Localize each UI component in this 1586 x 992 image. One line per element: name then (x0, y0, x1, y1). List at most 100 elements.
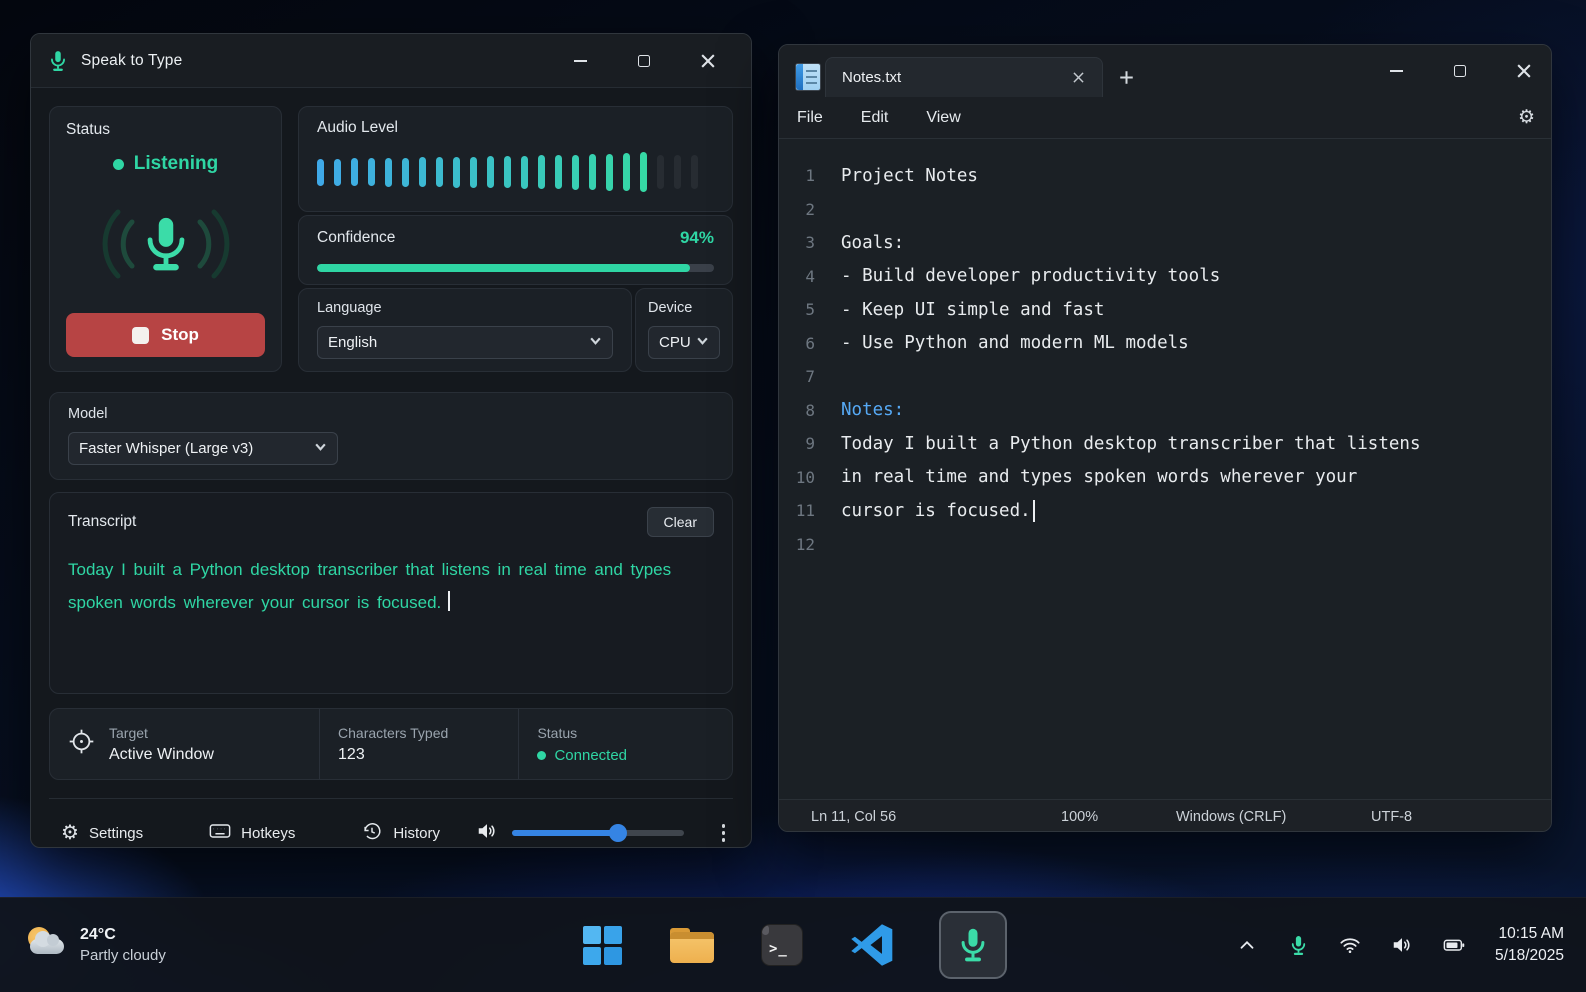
settings-button[interactable]: ⚙ Settings (49, 815, 155, 847)
date: 5/18/2025 (1495, 947, 1564, 964)
clear-button[interactable]: Clear (646, 507, 714, 537)
line-number: 11 (795, 501, 815, 521)
speak-to-type-taskbar-button[interactable] (939, 911, 1007, 979)
bottom-toolbar: ⚙ Settings Hotkeys History (49, 811, 734, 848)
microphone-icon (137, 215, 195, 273)
menu-file[interactable]: File (795, 105, 825, 131)
app-mic-icon (47, 50, 69, 72)
notepad-titlebar: Notes.txt (779, 45, 1551, 97)
terminal-button[interactable]: >_ (759, 922, 805, 968)
audio-bar (385, 157, 392, 187)
new-tab-button[interactable] (1111, 62, 1141, 92)
notepad-editor[interactable]: 1 Project Notes 2 3 Goals: 4 - Build developer… (779, 139, 1551, 799)
battery-icon[interactable] (1443, 934, 1465, 956)
connection-stat: Status Connected (518, 709, 732, 779)
audio-bar (521, 155, 528, 189)
hotkeys-button[interactable]: Hotkeys (197, 812, 307, 848)
transcript-text[interactable]: Today I built a Python desktop transcrib… (68, 553, 714, 619)
line-number: 3 (805, 233, 815, 253)
maximize-button[interactable] (625, 46, 663, 76)
volume-icon[interactable] (1391, 934, 1413, 956)
history-button[interactable]: History (349, 812, 452, 848)
line-ending[interactable]: Windows (CRLF) (1176, 809, 1371, 825)
audio-bar (402, 157, 409, 187)
close-button[interactable] (1505, 56, 1543, 86)
audio-bar (640, 152, 647, 192)
model-card: Model Faster Whisper (Large v3) (49, 392, 733, 480)
editor-line: 7 (779, 360, 1551, 394)
stop-square-icon (132, 326, 150, 344)
keyboard-icon (209, 820, 231, 847)
encoding[interactable]: UTF-8 (1371, 809, 1551, 825)
vscode-button[interactable] (849, 922, 895, 968)
audio-bar (555, 155, 562, 189)
editor-line: 2 (779, 193, 1551, 227)
line-number: 5 (805, 300, 815, 320)
editor-line: 12 (779, 528, 1551, 562)
zoom-level[interactable]: 100% (1061, 809, 1176, 825)
editor-line: 6 - Use Python and modern ML models (779, 327, 1551, 361)
menu-edit[interactable]: Edit (859, 105, 891, 131)
close-button[interactable] (689, 46, 727, 76)
line-number: 1 (805, 166, 815, 186)
target-value: Active Window (109, 745, 214, 763)
device-select[interactable]: CPU (648, 326, 720, 359)
text-caret (1032, 499, 1035, 522)
model-select[interactable]: Faster Whisper (Large v3) (68, 432, 338, 465)
transcript-label: Transcript (68, 513, 137, 530)
audio-bar (453, 156, 460, 188)
connection-status-label: Status (537, 724, 578, 741)
editor-line: 5 - Keep UI simple and fast (779, 293, 1551, 327)
minimize-button[interactable] (1377, 56, 1415, 86)
weather-widget[interactable]: 24°C Partly cloudy (10, 926, 182, 964)
line-text: in real time and types spoken words wher… (841, 467, 1358, 488)
mic-graphic (66, 175, 265, 313)
confidence-label: Confidence (317, 229, 396, 246)
chevron-down-icon (696, 334, 709, 351)
editor-line: 3 Goals: (779, 226, 1551, 260)
line-number: 12 (795, 534, 815, 554)
menu-view[interactable]: View (924, 105, 962, 131)
start-button[interactable] (579, 922, 625, 968)
tab-notes-txt[interactable]: Notes.txt (825, 57, 1103, 97)
line-number: 6 (805, 333, 815, 353)
audio-bar (317, 158, 324, 186)
volume-slider-thumb[interactable] (609, 824, 628, 842)
tray-chevron-up-icon[interactable] (1236, 934, 1258, 956)
tray-mic-icon[interactable] (1288, 935, 1309, 956)
audio-bar (334, 158, 341, 186)
tab-close-icon[interactable] (1066, 66, 1090, 90)
language-select[interactable]: English (317, 326, 613, 359)
characters-typed-value: 123 (338, 745, 365, 763)
settings-gear-icon[interactable]: ⚙ (1518, 106, 1535, 129)
transcript-card: Transcript Clear Today I built a Python … (49, 492, 733, 694)
connected-dot (537, 750, 547, 760)
line-number: 4 (805, 266, 815, 286)
more-options-button[interactable] (714, 818, 734, 847)
characters-typed-label: Characters Typed (338, 724, 449, 741)
volume-slider[interactable] (511, 824, 684, 842)
stop-button[interactable]: Stop (66, 313, 265, 357)
line-number: 10 (795, 467, 815, 487)
status-label: Status (66, 121, 110, 138)
speak-to-type-window: Speak to Type Status Listening Stop Audi… (30, 33, 752, 848)
text-caret (448, 591, 451, 611)
stats-card: Target Active Window Characters Typed 12… (49, 708, 733, 780)
clock-widget[interactable]: 10:15 AM 5/18/2025 (1495, 923, 1564, 967)
minimize-button[interactable] (561, 46, 599, 76)
confidence-card: Confidence 94% (298, 215, 733, 285)
notepad-menubar: File Edit View ⚙ (779, 97, 1551, 139)
audio-bar (436, 157, 443, 187)
speak-titlebar: Speak to Type (31, 34, 751, 88)
audio-bar (487, 156, 494, 188)
weather-temperature: 24°C (80, 926, 116, 943)
audio-bar (623, 153, 630, 191)
folder-icon (670, 927, 714, 963)
windows-logo-icon (582, 925, 622, 965)
maximize-button[interactable] (1441, 56, 1479, 86)
file-explorer-button[interactable] (669, 922, 715, 968)
wifi-icon[interactable] (1339, 934, 1361, 956)
audio-bar (419, 157, 426, 187)
audio-bar (589, 154, 596, 190)
audio-bar (606, 153, 613, 191)
